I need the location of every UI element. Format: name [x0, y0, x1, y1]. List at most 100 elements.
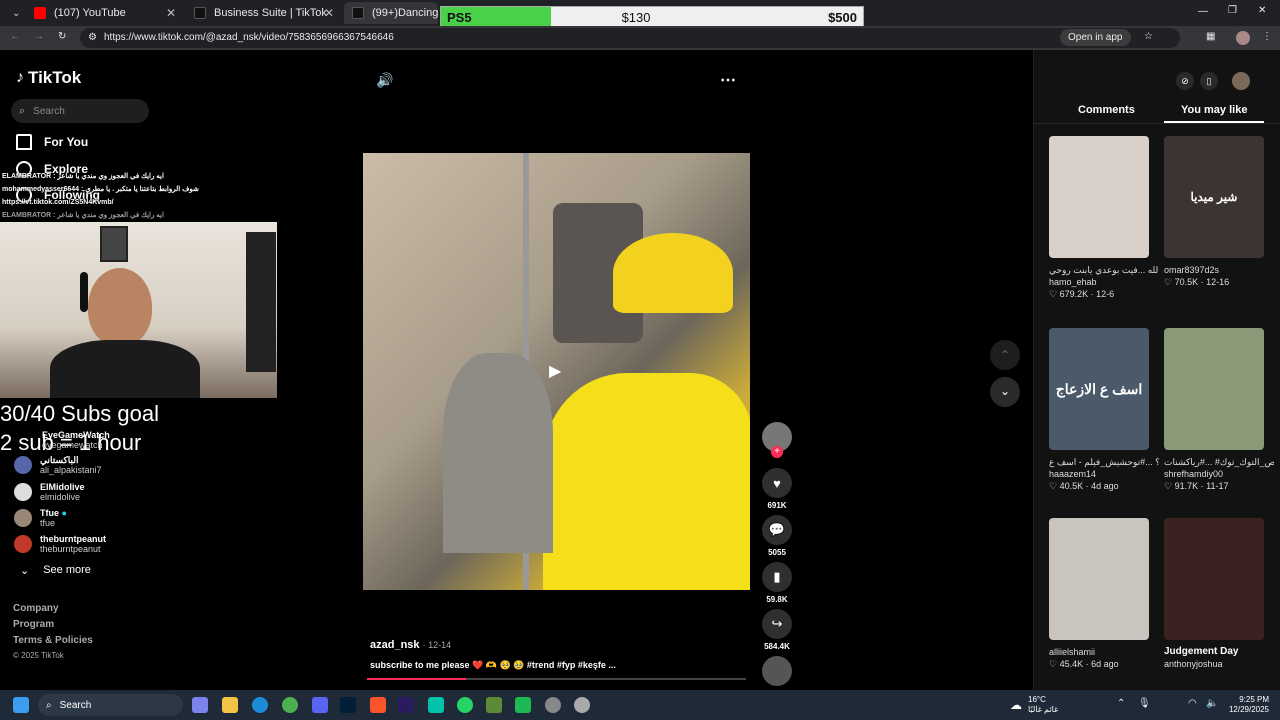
video-thumbnail[interactable] [1049, 136, 1149, 258]
windows-start-icon[interactable] [13, 697, 29, 713]
video-progress-track[interactable] [367, 678, 746, 680]
comment-button[interactable]: 💬 5055 [762, 515, 792, 557]
footer-company-link[interactable]: Company [13, 603, 59, 614]
video-progress-fill [367, 678, 466, 680]
suggested-video-card[interactable]: Judgement Day anthonyjoshua [1164, 518, 1274, 670]
chrome-icon[interactable] [282, 697, 298, 713]
brave-icon[interactable] [370, 697, 386, 713]
close-tab-icon[interactable]: ✕ [324, 6, 334, 20]
avatar [14, 483, 32, 501]
account-elmidolive[interactable]: ElMidolive elmidolive [14, 482, 85, 502]
account-eyegamewatch[interactable]: EyeGameWatch eyegamewatch [42, 430, 110, 450]
forward-icon[interactable]: → [34, 31, 44, 42]
video-thumbnail[interactable] [1164, 328, 1264, 450]
card-user[interactable]: anthonyjoshua [1164, 658, 1274, 670]
weather-widget[interactable]: ☁ 16°C غائم غالبًا [1010, 695, 1058, 715]
see-more-button[interactable]: ⌄ See more [20, 564, 91, 577]
account-tfue[interactable]: Tfue ● tfue [14, 508, 67, 528]
previous-video-button[interactable]: ⌃ [990, 340, 1020, 370]
author-name[interactable]: azad_nsk [370, 639, 420, 651]
card-caption: قصص_التوك_توك# ...#رياكشنات #comedi [1164, 457, 1274, 467]
close-window-icon[interactable]: ✕ [1258, 5, 1266, 16]
follow-plus-icon[interactable]: + [771, 446, 783, 458]
url-field[interactable]: ⚙ https://www.tiktok.com/@azad_nsk/video… [80, 28, 1180, 48]
menu-dots-icon[interactable]: ⋮ [1262, 31, 1272, 42]
card-user[interactable]: haaazem14 [1049, 468, 1159, 480]
footer-terms-link[interactable]: Terms & Policies [13, 635, 93, 646]
tab-search-button[interactable]: ⌄ [4, 2, 22, 24]
compass-icon[interactable]: ⊘ [1176, 72, 1194, 90]
heart-icon: ♡ [1164, 481, 1173, 491]
minecraft-icon[interactable] [486, 697, 502, 713]
minimize-icon[interactable]: — [1198, 6, 1208, 17]
suggested-video-card[interactable]: وعد الحر دين والحمد لله ...فيت بوعدي ياب… [1049, 136, 1159, 300]
video-thumbnail[interactable] [1049, 518, 1149, 640]
volume-icon[interactable]: 🔈 [1206, 698, 1218, 709]
app-icon[interactable] [515, 697, 531, 713]
video-player[interactable]: ▶ [363, 153, 750, 590]
suggested-video-card[interactable]: alliielshamii ♡ 45.4K · 6d ago [1049, 518, 1159, 670]
tab-you-may-like[interactable]: You may like [1181, 104, 1247, 116]
suggested-video-card[interactable]: شير ميديا omar8397d2s ♡ 70.5K · 12-16 [1164, 136, 1274, 288]
teams-icon[interactable] [192, 697, 208, 713]
card-user[interactable]: shrefhamdiy00 [1164, 468, 1274, 480]
photoshop-icon[interactable] [340, 697, 356, 713]
maximize-icon[interactable]: ❐ [1228, 5, 1237, 16]
video-thumbnail[interactable]: اسف ع الازعاج [1049, 328, 1149, 450]
tab-dancing-dog[interactable]: (99+)Dancing Dog Tr [344, 2, 438, 24]
footer-program-link[interactable]: Program [13, 619, 54, 630]
music-disc-icon [762, 656, 792, 686]
card-caption: Judgement Day [1164, 646, 1239, 657]
heart-icon: ♥ [762, 468, 792, 498]
thumbnail-text: شير ميديا [1190, 190, 1238, 204]
taskbar-search[interactable]: ⌕ Search [38, 694, 183, 716]
suggested-video-card[interactable]: قصص_التوك_توك# ...#رياكشنات #comedi shre… [1164, 328, 1274, 492]
device-icon[interactable]: ▯ [1200, 72, 1218, 90]
extensions-icon[interactable]: ▦ [1206, 31, 1215, 42]
music-disc-button[interactable] [762, 656, 792, 686]
discord-icon[interactable] [312, 697, 328, 713]
microphone-icon[interactable]: 🎙 [1138, 698, 1151, 709]
author-avatar-button[interactable]: + [762, 422, 792, 458]
video-thumbnail[interactable] [1164, 518, 1264, 640]
bookmark-star-icon[interactable]: ☆ [1144, 31, 1153, 42]
wifi-icon[interactable]: ◠ [1188, 698, 1197, 709]
video-thumbnail[interactable]: شير ميديا [1164, 136, 1264, 258]
play-icon[interactable]: ▶ [549, 361, 561, 381]
card-user[interactable]: alliielshamii [1049, 646, 1159, 658]
settings-icon[interactable] [574, 697, 590, 713]
chevron-up-icon[interactable]: ⌃ [1117, 698, 1125, 709]
nav-for-you[interactable]: For You [16, 134, 88, 150]
site-info-icon[interactable]: ⚙ [88, 32, 97, 43]
tab-business-suite[interactable]: Business Suite | TikTok ✕ [186, 2, 342, 24]
obs-icon[interactable] [545, 697, 561, 713]
more-options-icon[interactable]: ⋯ [720, 70, 736, 90]
close-tab-icon[interactable]: ✕ [166, 6, 176, 20]
next-video-button[interactable]: ⌄ [990, 377, 1020, 407]
account-alpakistani[interactable]: الباكستاني ali_alpakistani7 [14, 455, 102, 475]
back-icon[interactable]: ← [10, 31, 20, 42]
card-user[interactable]: omar8397d2s [1164, 264, 1274, 276]
profile-avatar[interactable] [1232, 72, 1250, 90]
open-in-app-button[interactable]: Open in app [1060, 29, 1131, 46]
like-button[interactable]: ♥ 691K [762, 468, 792, 510]
save-button[interactable]: ▮ 59.8K [762, 562, 792, 604]
volume-icon[interactable]: 🔊 [376, 72, 393, 89]
reload-icon[interactable]: ↻ [58, 31, 66, 42]
edge-icon[interactable] [252, 697, 268, 713]
profile-avatar[interactable] [1236, 31, 1250, 45]
tiktok-logo[interactable]: ♪ TikTok [16, 68, 81, 88]
suggested-video-card[interactable]: اسف ع الازعاج ليه عملتي فيا كدا؟ ...#توح… [1049, 328, 1159, 492]
share-button[interactable]: ↪ 584.4K [762, 609, 792, 651]
premiere-icon[interactable] [398, 697, 414, 713]
tab-comments[interactable]: Comments [1078, 104, 1135, 116]
file-explorer-icon[interactable] [222, 697, 238, 713]
tab-youtube[interactable]: (107) YouTube ✕ [26, 2, 184, 24]
whatsapp-icon[interactable] [457, 697, 473, 713]
capcut-icon[interactable] [428, 697, 444, 713]
video-caption[interactable]: subscribe to me please ❤️ 🫶 🥺 🥹 #trend #… [370, 660, 616, 671]
clock[interactable]: 9:25 PM 12/29/2025 [1225, 695, 1269, 715]
search-input[interactable]: ⌕ Search [11, 99, 149, 123]
account-theburntpeanut[interactable]: theburntpeanut theburntpeanut [14, 534, 106, 554]
card-user[interactable]: hamo_ehab [1049, 276, 1159, 288]
